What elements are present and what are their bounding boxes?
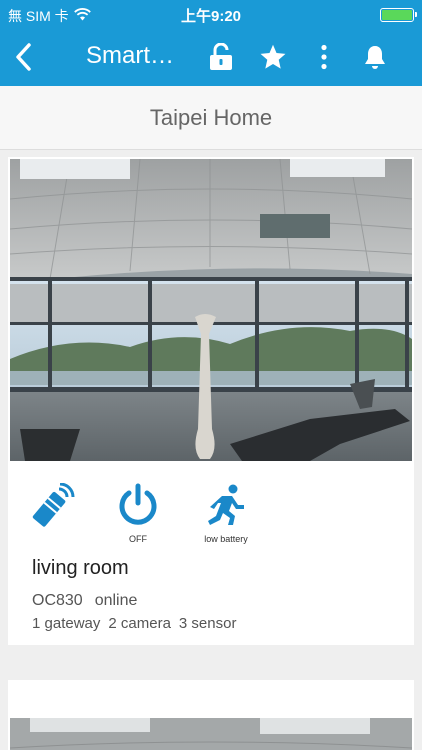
notifications-button[interactable] (358, 40, 392, 74)
remote-signal-icon (32, 482, 75, 527)
remote-status[interactable] (16, 482, 86, 538)
status-time: 上午9:20 (180, 8, 242, 25)
chevron-left-icon (16, 43, 31, 71)
more-vertical-icon (321, 44, 327, 70)
nav-bar: Smart… (0, 28, 422, 86)
lock-button[interactable] (204, 40, 238, 74)
home-header: Taipei Home (0, 86, 422, 150)
home-name: Taipei Home (149, 104, 273, 130)
back-button[interactable] (6, 38, 40, 76)
device-model: OC830 (32, 592, 83, 609)
power-status[interactable]: OFF (103, 483, 173, 544)
bell-icon (365, 46, 385, 69)
lock-open-icon (210, 43, 232, 70)
device-card[interactable] (8, 680, 414, 750)
power-caption: OFF (129, 534, 147, 544)
status-bar: 無 SIM 卡 上午9:20 (0, 0, 422, 28)
more-button[interactable] (307, 40, 341, 74)
motion-sensor-status[interactable]: low battery (191, 483, 261, 544)
camera-preview[interactable] (10, 718, 412, 750)
device-info: OC830 online (32, 592, 137, 610)
device-online-status: online (94, 592, 138, 609)
room-name: living room (32, 557, 129, 579)
favorite-button[interactable] (256, 40, 290, 74)
sensor-count: 3 sensor (178, 615, 237, 632)
power-icon (119, 483, 157, 525)
battery-icon (380, 8, 417, 22)
device-counts: 1 gateway 2 camera 3 sensor (32, 615, 236, 632)
device-status-icons: OFF low battery (8, 482, 414, 544)
motion-caption: low battery (204, 534, 248, 544)
star-icon (260, 44, 286, 69)
gateway-count: 1 gateway (32, 615, 101, 632)
camera-snapshot-image (10, 159, 412, 461)
nav-title: Smart… (86, 42, 175, 69)
running-person-icon (208, 484, 244, 525)
camera-count: 2 camera (108, 615, 171, 632)
camera-snapshot-image (10, 718, 412, 750)
camera-preview[interactable] (10, 159, 412, 461)
device-card[interactable]: OFF low battery living room OC830 online … (8, 157, 414, 645)
